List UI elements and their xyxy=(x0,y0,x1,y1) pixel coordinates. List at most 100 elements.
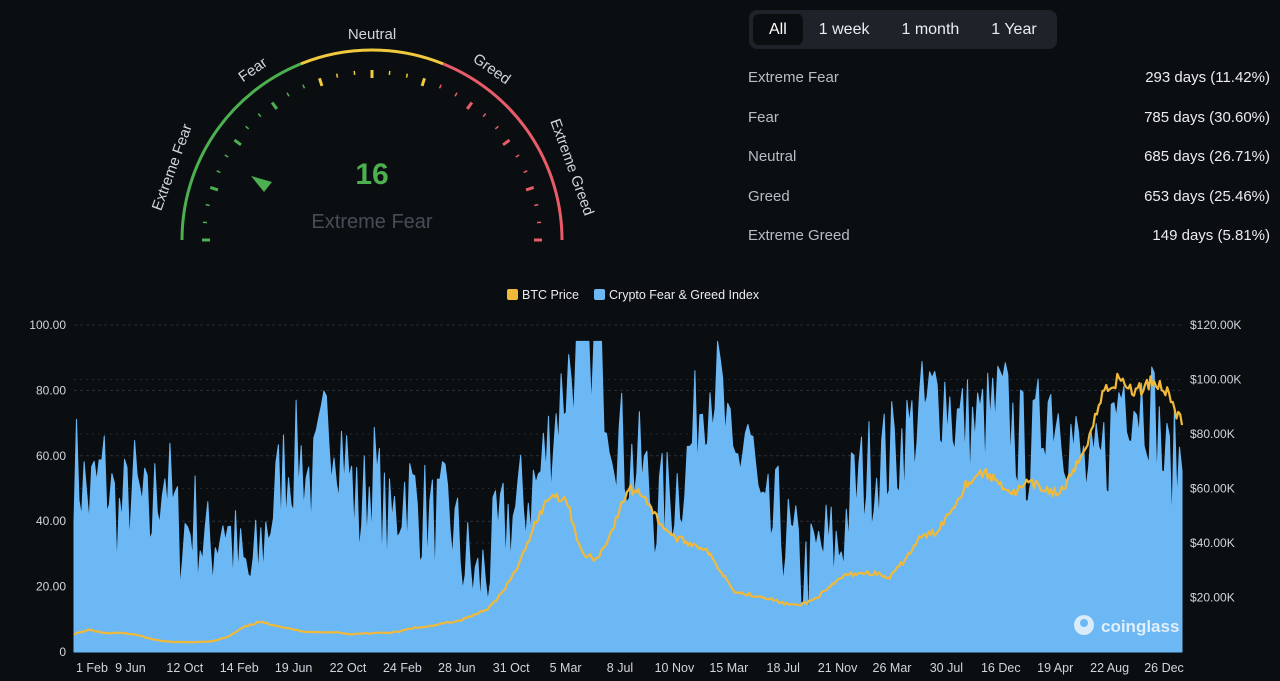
tab-1-year[interactable]: 1 Year xyxy=(975,14,1052,45)
gauge-tick xyxy=(257,113,262,118)
x-tick-label: 12 Oct xyxy=(166,661,203,675)
gauge-neutral-segment xyxy=(300,48,444,66)
x-tick-label: 31 Oct xyxy=(493,661,530,675)
gauge-tick xyxy=(245,125,250,130)
x-tick-label: 8 Jul xyxy=(607,661,633,675)
fear-greed-index-area xyxy=(73,340,1183,653)
stat-row-neutral: Neutral 685 days (26.71%) xyxy=(748,137,1270,177)
y-right-tick-label: $80.00K xyxy=(1190,427,1235,441)
chart-legend: BTC Price Crypto Fear & Greed Index xyxy=(507,288,760,302)
gauge-zone-label: Extreme Fear xyxy=(149,122,196,213)
gauge-pointer-icon xyxy=(251,176,272,192)
x-tick-label: 22 Aug xyxy=(1090,661,1129,675)
y-left-tick-label: 100.00 xyxy=(29,318,66,332)
gauge-tick xyxy=(205,203,210,207)
stat-label: Fear xyxy=(748,108,779,126)
coinglass-logo-icon-inner xyxy=(1080,619,1088,627)
stat-label: Greed xyxy=(748,187,790,205)
legend-index-label: Crypto Fear & Greed Index xyxy=(609,288,760,302)
gauge-tick xyxy=(233,138,242,146)
gauge-tick xyxy=(454,92,458,97)
y-right-tick-label: $100.00K xyxy=(1190,373,1241,387)
y-right-tick-label: $20.00K xyxy=(1190,591,1235,605)
x-tick-label: 26 Dec xyxy=(1144,661,1184,675)
gauge-tick xyxy=(494,125,499,130)
stat-label: Neutral xyxy=(748,148,797,166)
left-axis-ticks: 100.00 80.00 60.00 40.00 20.00 0 xyxy=(29,318,66,659)
x-tick-label: 1 Feb xyxy=(76,661,108,675)
tab-1-month[interactable]: 1 month xyxy=(885,14,975,45)
gauge-fear-segment xyxy=(180,62,302,241)
gauge-tick xyxy=(286,92,290,97)
legend-btc-swatch xyxy=(507,289,518,300)
y-right-tick-label: $40.00K xyxy=(1190,536,1235,550)
x-tick-label: 28 Jun xyxy=(438,661,476,675)
watermark-text: coinglass xyxy=(1101,617,1179,636)
legend-btc-label: BTC Price xyxy=(522,288,579,302)
gauge-tick xyxy=(482,113,487,118)
x-tick-label: 30 Jul xyxy=(930,661,963,675)
gauge-tick xyxy=(466,101,474,110)
range-tabs: All 1 week 1 month 1 Year xyxy=(749,10,1057,49)
x-tick-label: 19 Jun xyxy=(275,661,313,675)
x-tick-label: 14 Feb xyxy=(220,661,259,675)
fear-greed-chart: BTC Price Crypto Fear & Greed Index 100.… xyxy=(29,288,1241,675)
gauge-tick xyxy=(302,84,306,89)
stat-value: 685 days (26.71%) xyxy=(1144,148,1270,166)
y-left-tick-label: 80.00 xyxy=(36,383,66,397)
x-tick-label: 10 Nov xyxy=(655,661,695,675)
gauge-tick xyxy=(523,170,528,174)
gauge-tick xyxy=(216,170,221,174)
gauge-greed-segment xyxy=(442,62,564,241)
gauge-tick xyxy=(502,138,511,146)
stat-row-fear: Fear 785 days (30.60%) xyxy=(748,98,1270,138)
gauge-tick xyxy=(335,73,339,78)
stat-row-greed: Greed 653 days (25.46%) xyxy=(748,177,1270,217)
stat-value: 293 days (11.42%) xyxy=(1145,69,1270,87)
right-axis-ticks: $120.00K $100.00K $80.00K $60.00K $40.00K $20… xyxy=(1190,318,1241,605)
tab-all[interactable]: All xyxy=(753,14,803,45)
gauge-value: 16 xyxy=(355,158,388,191)
y-left-tick-label: 40.00 xyxy=(36,514,66,528)
y-right-tick-label: $120.00K xyxy=(1190,318,1241,332)
x-tick-label: 26 Mar xyxy=(873,661,912,675)
tab-1-week[interactable]: 1 week xyxy=(803,14,886,45)
x-tick-label: 22 Oct xyxy=(330,661,367,675)
gauge-zone-label: Neutral xyxy=(348,26,396,43)
y-left-tick-label: 60.00 xyxy=(36,449,66,463)
stat-value: 149 days (5.81%) xyxy=(1152,227,1270,245)
gauge-tick xyxy=(515,154,520,158)
sentiment-stats: Extreme Fear 293 days (11.42%) Fear 785 … xyxy=(748,58,1270,256)
stat-label: Extreme Fear xyxy=(748,69,839,87)
x-tick-label: 9 Jun xyxy=(115,661,146,675)
gauge-tick xyxy=(420,77,426,87)
x-axis-ticks: 1 Feb 9 Jun 12 Oct 14 Feb 19 Jun 22 Oct 24 Feb… xyxy=(76,661,1184,675)
stat-row-extreme-fear: Extreme Fear 293 days (11.42%) xyxy=(748,58,1270,98)
gauge-tick xyxy=(209,186,219,192)
x-tick-label: 15 Mar xyxy=(709,661,748,675)
gauge-zone-label: Extreme Greed xyxy=(546,117,597,218)
y-left-tick-label: 0 xyxy=(59,645,66,659)
x-tick-label: 21 Nov xyxy=(818,661,858,675)
stat-label: Extreme Greed xyxy=(748,227,850,245)
x-tick-label: 16 Dec xyxy=(981,661,1021,675)
x-tick-label: 19 Apr xyxy=(1037,661,1073,675)
y-right-tick-label: $60.00K xyxy=(1190,482,1235,496)
coinglass-watermark: coinglass xyxy=(1074,615,1179,636)
index-area-layer xyxy=(73,340,1183,653)
gauge-tick xyxy=(534,203,539,207)
x-tick-label: 5 Mar xyxy=(550,661,582,675)
gauge-tick xyxy=(224,154,229,158)
gauge-tick xyxy=(318,77,324,87)
y-left-tick-label: 20.00 xyxy=(36,580,66,594)
stat-value: 785 days (30.60%) xyxy=(1144,108,1270,126)
stat-row-extreme-greed: Extreme Greed 149 days (5.81%) xyxy=(748,216,1270,256)
fear-greed-gauge: Extreme FearFearNeutralGreedExtreme Gree… xyxy=(149,26,597,242)
gauge-status: Extreme Fear xyxy=(311,211,432,233)
x-tick-label: 24 Feb xyxy=(383,661,422,675)
gauge-tick xyxy=(405,73,409,78)
x-tick-label: 18 Jul xyxy=(767,661,800,675)
gauge-tick xyxy=(525,186,535,192)
gauge-tick xyxy=(438,84,442,89)
legend-index-swatch xyxy=(594,289,605,300)
